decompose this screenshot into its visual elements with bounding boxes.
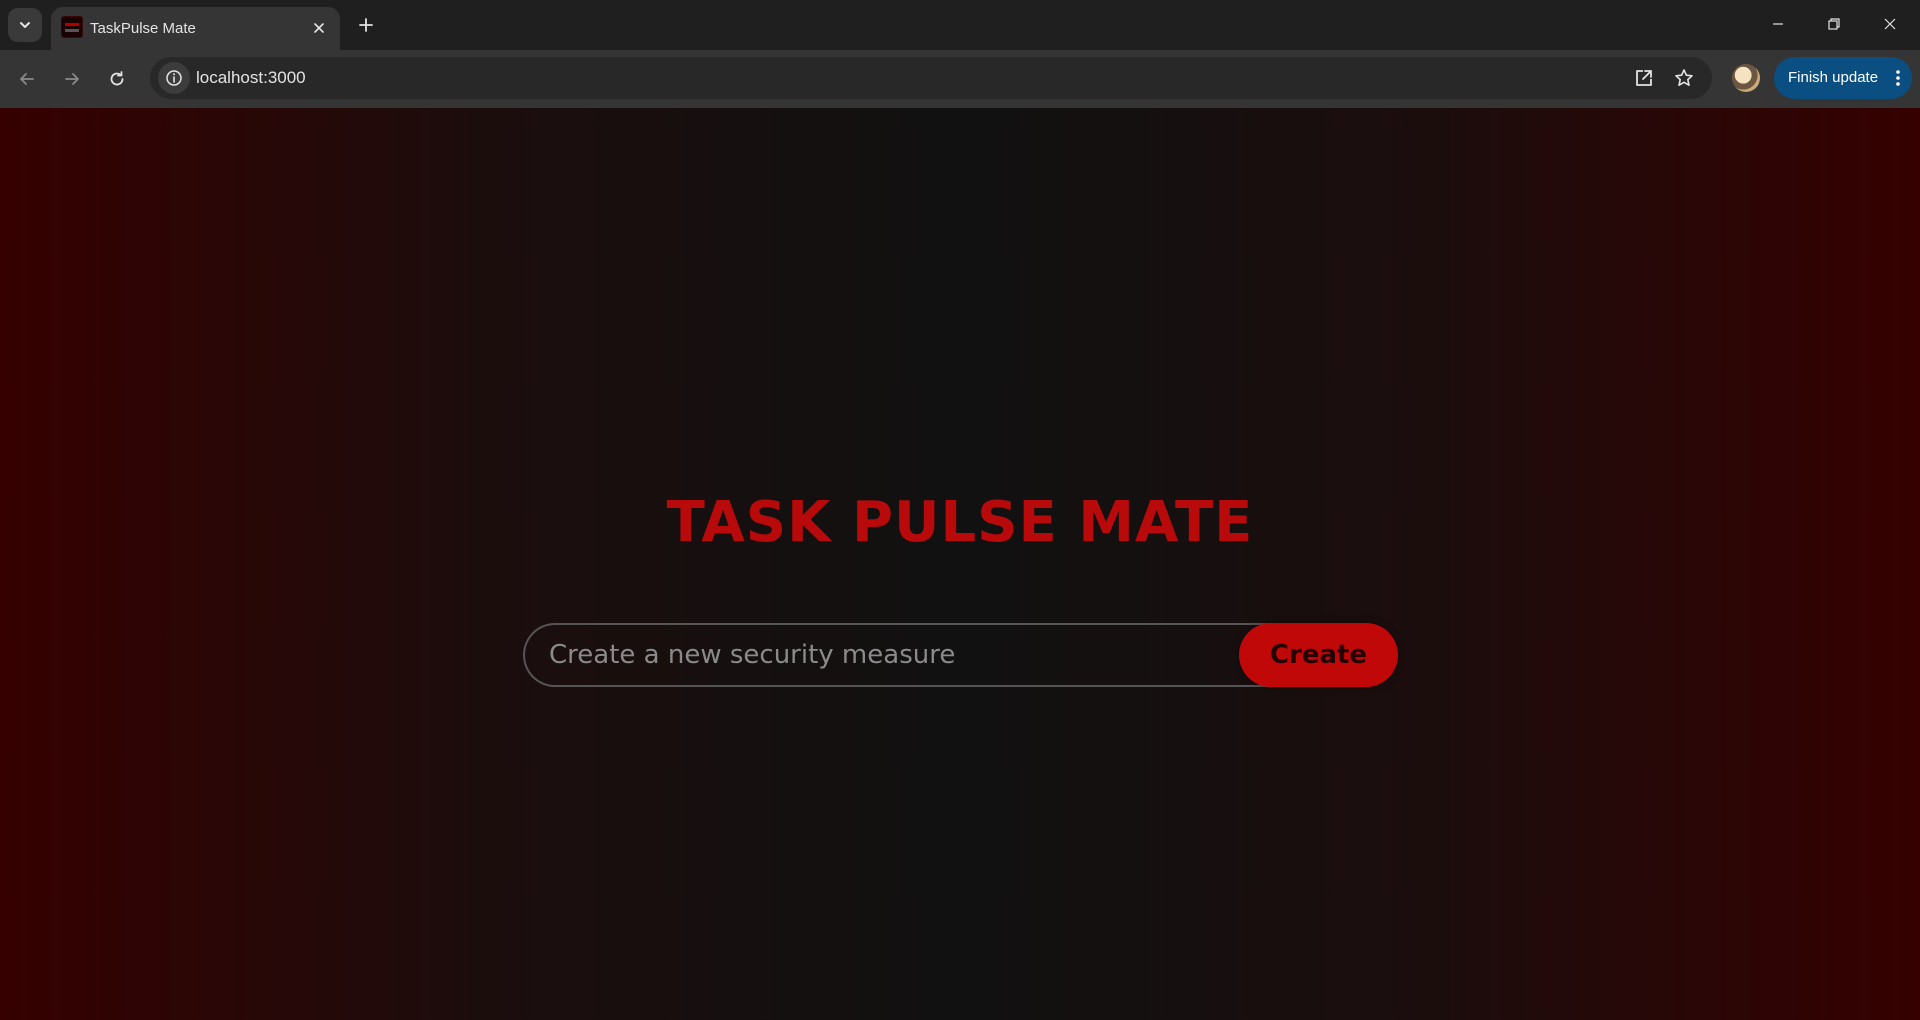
browser-menu-button[interactable] [1889,67,1907,89]
info-icon [166,70,182,86]
minimize-button[interactable] [1750,0,1806,48]
arrow-left-icon [20,73,34,85]
browser-toolbar: localhost:3000 Finish update [0,50,1920,108]
tab-search-button[interactable] [8,8,42,42]
back-button[interactable] [10,62,44,96]
plus-icon [359,18,373,32]
window-close-button[interactable] [1862,0,1918,48]
new-tab-button[interactable] [352,11,380,39]
bookmark-button[interactable] [1670,64,1698,92]
url-text[interactable]: localhost:3000 [196,68,306,88]
task-input[interactable] [523,623,1283,687]
page-background: TASK PULSE MATE Create [0,108,1920,1020]
address-bar[interactable]: localhost:3000 [150,57,1712,99]
tab-title: TaskPulse Mate [90,20,196,37]
finish-update-button[interactable]: Finish update [1774,57,1912,99]
finish-update-label: Finish update [1788,69,1879,86]
browser-tabstrip: TaskPulse Mate [0,0,1920,50]
minimize-icon [1773,23,1783,25]
page-title: TASK PULSE MATE [666,490,1254,555]
tab-favicon-icon [61,16,83,38]
arrow-right-icon [65,73,79,85]
forward-button[interactable] [55,62,89,96]
restore-icon [1828,18,1840,30]
open-external-icon [1636,70,1652,86]
chevron-down-icon [20,22,30,28]
star-icon [1675,69,1693,86]
open-in-app-button[interactable] [1630,64,1658,92]
tab-close-button[interactable] [307,16,331,40]
reload-icon [110,71,124,86]
profile-avatar[interactable] [1732,64,1760,92]
create-button[interactable]: Create [1239,623,1398,687]
reload-button[interactable] [100,62,134,96]
close-icon [314,23,324,33]
browser-tab[interactable]: TaskPulse Mate [51,7,340,50]
site-info-button[interactable] [158,62,190,94]
task-form: Create [523,623,1398,687]
kebab-menu-icon [1896,70,1900,86]
close-icon [1884,18,1896,30]
restore-button[interactable] [1806,0,1862,48]
